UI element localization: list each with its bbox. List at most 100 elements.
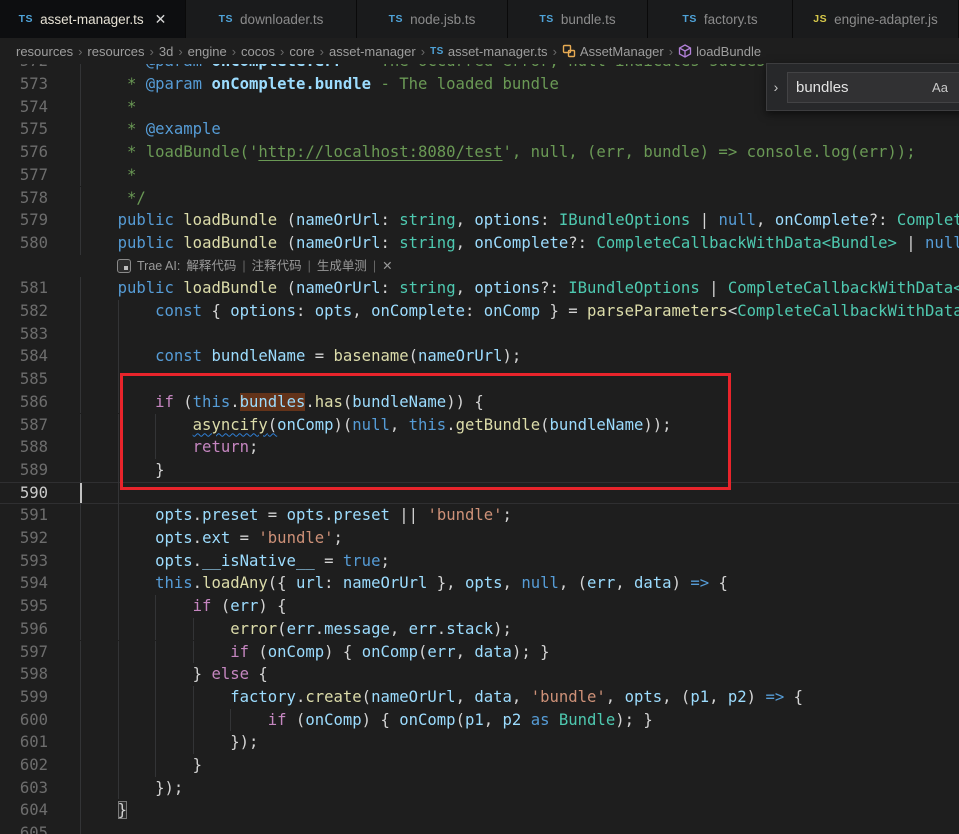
breadcrumb-item-resources[interactable]: resources xyxy=(87,44,144,59)
token: = xyxy=(305,347,334,366)
breadcrumb-item-engine[interactable]: engine xyxy=(188,44,227,59)
line-number[interactable]: 582 xyxy=(0,300,48,323)
code-line[interactable]: 582 const { options: opts, onComplete: o… xyxy=(0,300,959,323)
code-line[interactable]: 575 * @example xyxy=(0,118,959,142)
line-number[interactable]: 575 xyxy=(0,118,48,141)
line-number[interactable]: 590 xyxy=(0,482,48,505)
line-number[interactable]: 605 xyxy=(0,822,48,834)
line-number[interactable]: 596 xyxy=(0,618,48,641)
breadcrumb-item-asset-manager[interactable]: asset-manager xyxy=(329,44,416,59)
code-line[interactable]: 587 asyncify(onComp)(null, this.getBundl… xyxy=(0,413,959,437)
codelens-row[interactable]: Trae AI: 解释代码 | 注释代码 | 生成单测 | ✕ xyxy=(0,255,959,278)
line-number[interactable]: 584 xyxy=(0,345,48,368)
line-number[interactable]: 585 xyxy=(0,368,48,391)
codelens-action[interactable]: 生成单测 xyxy=(317,255,367,278)
code-line[interactable]: 594 this.loadAny({ url: nameOrUrl }, opt… xyxy=(0,572,959,596)
line-number[interactable]: 604 xyxy=(0,799,48,822)
code-line[interactable]: 595 if (err) { xyxy=(0,595,959,618)
line-number[interactable]: 603 xyxy=(0,777,48,800)
code-line[interactable]: 586 if (this.bundles.has(bundleName)) { xyxy=(0,390,959,414)
code-line[interactable]: 591 opts.preset = opts.preset || 'bundle… xyxy=(0,504,959,527)
line-number[interactable]: 600 xyxy=(0,709,48,732)
breadcrumb-item-resources[interactable]: resources xyxy=(16,44,73,59)
code-line[interactable]: 604 } xyxy=(0,799,959,823)
breadcrumb-item-asset-manager-ts[interactable]: TS asset-manager.ts xyxy=(430,44,548,59)
code-line[interactable]: 585 xyxy=(0,368,959,391)
line-number[interactable]: 589 xyxy=(0,459,48,482)
code-line[interactable]: 599 factory.create(nameOrUrl, data, 'bun… xyxy=(0,685,959,709)
code-line[interactable]: 589 } xyxy=(0,458,959,482)
line-number[interactable]: 580 xyxy=(0,232,48,255)
token: < xyxy=(727,302,738,320)
breadcrumb-item-loadbundle[interactable]: loadBundle xyxy=(678,44,761,59)
breadcrumb-item-core[interactable]: core xyxy=(289,44,314,59)
breadcrumb-item-3d[interactable]: 3d xyxy=(159,44,173,59)
line-number[interactable]: 581 xyxy=(0,277,48,300)
code-line[interactable]: 593 opts.__isNative__ = true; xyxy=(0,549,959,573)
code-line[interactable]: 602 } xyxy=(0,754,959,777)
line-number[interactable]: 583 xyxy=(0,323,48,346)
code-line[interactable]: 577 * xyxy=(0,163,959,187)
code-line[interactable]: 581 public loadBundle (nameOrUrl: string… xyxy=(0,277,959,300)
tab-node-jsb[interactable]: TS node.jsb.ts xyxy=(357,0,508,38)
line-number[interactable]: 574 xyxy=(0,96,48,119)
line-number[interactable]: 591 xyxy=(0,504,48,527)
code-line[interactable]: 597 if (onComp) { onComp(err, data); } xyxy=(0,640,959,664)
line-number[interactable]: 576 xyxy=(0,141,48,164)
code-line[interactable]: 592 opts.ext = 'bundle'; xyxy=(0,527,959,550)
code-line[interactable]: 579 public loadBundle (nameOrUrl: string… xyxy=(0,209,959,232)
line-number[interactable]: 586 xyxy=(0,391,48,414)
line-number[interactable]: 592 xyxy=(0,527,48,550)
line-number[interactable]: 601 xyxy=(0,731,48,754)
token: , xyxy=(455,233,475,252)
line-number[interactable]: 588 xyxy=(0,436,48,459)
line-number[interactable]: 577 xyxy=(0,164,48,187)
line-number[interactable]: 572 xyxy=(0,64,48,73)
line-number[interactable]: 579 xyxy=(0,209,48,232)
line-number[interactable]: 599 xyxy=(0,686,48,709)
line-number[interactable]: 598 xyxy=(0,663,48,686)
chevron-right-icon[interactable]: › xyxy=(767,79,785,95)
close-icon[interactable]: ✕ xyxy=(155,11,167,28)
code-line[interactable]: 605 xyxy=(0,822,959,834)
token: ( xyxy=(286,710,306,729)
code-line[interactable]: 578 */ xyxy=(0,186,959,210)
token: ( xyxy=(408,347,419,366)
code-line[interactable]: 588 return; xyxy=(0,436,959,459)
code-editor[interactable]: 572 * @param onComplete.err - The occurr… xyxy=(0,64,959,834)
code-line[interactable]: 583 xyxy=(0,322,959,346)
codelens-action[interactable]: 注释代码 xyxy=(252,255,302,278)
code-line[interactable]: 600 if (onComp) { onComp(p1, p2 as Bundl… xyxy=(0,708,959,732)
tab-downloader[interactable]: TS downloader.ts xyxy=(186,0,357,38)
code-line[interactable]: 598 } else { xyxy=(0,663,959,686)
tab-asset-manager[interactable]: TS asset-manager.ts ✕ xyxy=(0,0,186,38)
breadcrumb-item-cocos[interactable]: cocos xyxy=(241,44,275,59)
breadcrumb-item-assetmanager[interactable]: AssetManager xyxy=(562,44,664,59)
line-number[interactable]: 578 xyxy=(0,187,48,210)
code-line[interactable]: 596 error(err.message, err.stack); xyxy=(0,617,959,641)
line-number[interactable]: 597 xyxy=(0,641,48,664)
code-line[interactable]: 580 public loadBundle (nameOrUrl: string… xyxy=(0,231,959,255)
code-line[interactable]: 603 }); xyxy=(0,776,959,800)
match-case-button[interactable]: Aa xyxy=(928,78,952,98)
token: , xyxy=(483,710,503,729)
line-number[interactable]: 587 xyxy=(0,414,48,437)
tab-bundle[interactable]: TS bundle.ts xyxy=(508,0,648,38)
token: * xyxy=(80,75,146,93)
code-line[interactable]: 601 }); xyxy=(0,731,959,754)
find-input[interactable] xyxy=(788,72,926,102)
code-line[interactable]: 576 * loadBundle('http://localhost:8080/… xyxy=(0,141,959,164)
line-number[interactable]: 573 xyxy=(0,73,48,96)
line-number[interactable]: 602 xyxy=(0,754,48,777)
tab-engine-adapter[interactable]: JS engine-adapter.js xyxy=(793,0,959,38)
token: p1 xyxy=(464,710,484,729)
codelens-action[interactable]: 解释代码 xyxy=(186,255,236,278)
code-line[interactable]: 590 xyxy=(0,481,959,505)
code-line[interactable]: 584 const bundleName = basename(nameOrUr… xyxy=(0,345,959,369)
codelens-close-icon[interactable]: ✕ xyxy=(382,255,392,278)
line-number[interactable]: 593 xyxy=(0,550,48,573)
tab-factory[interactable]: TS factory.ts xyxy=(648,0,793,38)
line-number[interactable]: 595 xyxy=(0,595,48,618)
line-number[interactable]: 594 xyxy=(0,572,48,595)
